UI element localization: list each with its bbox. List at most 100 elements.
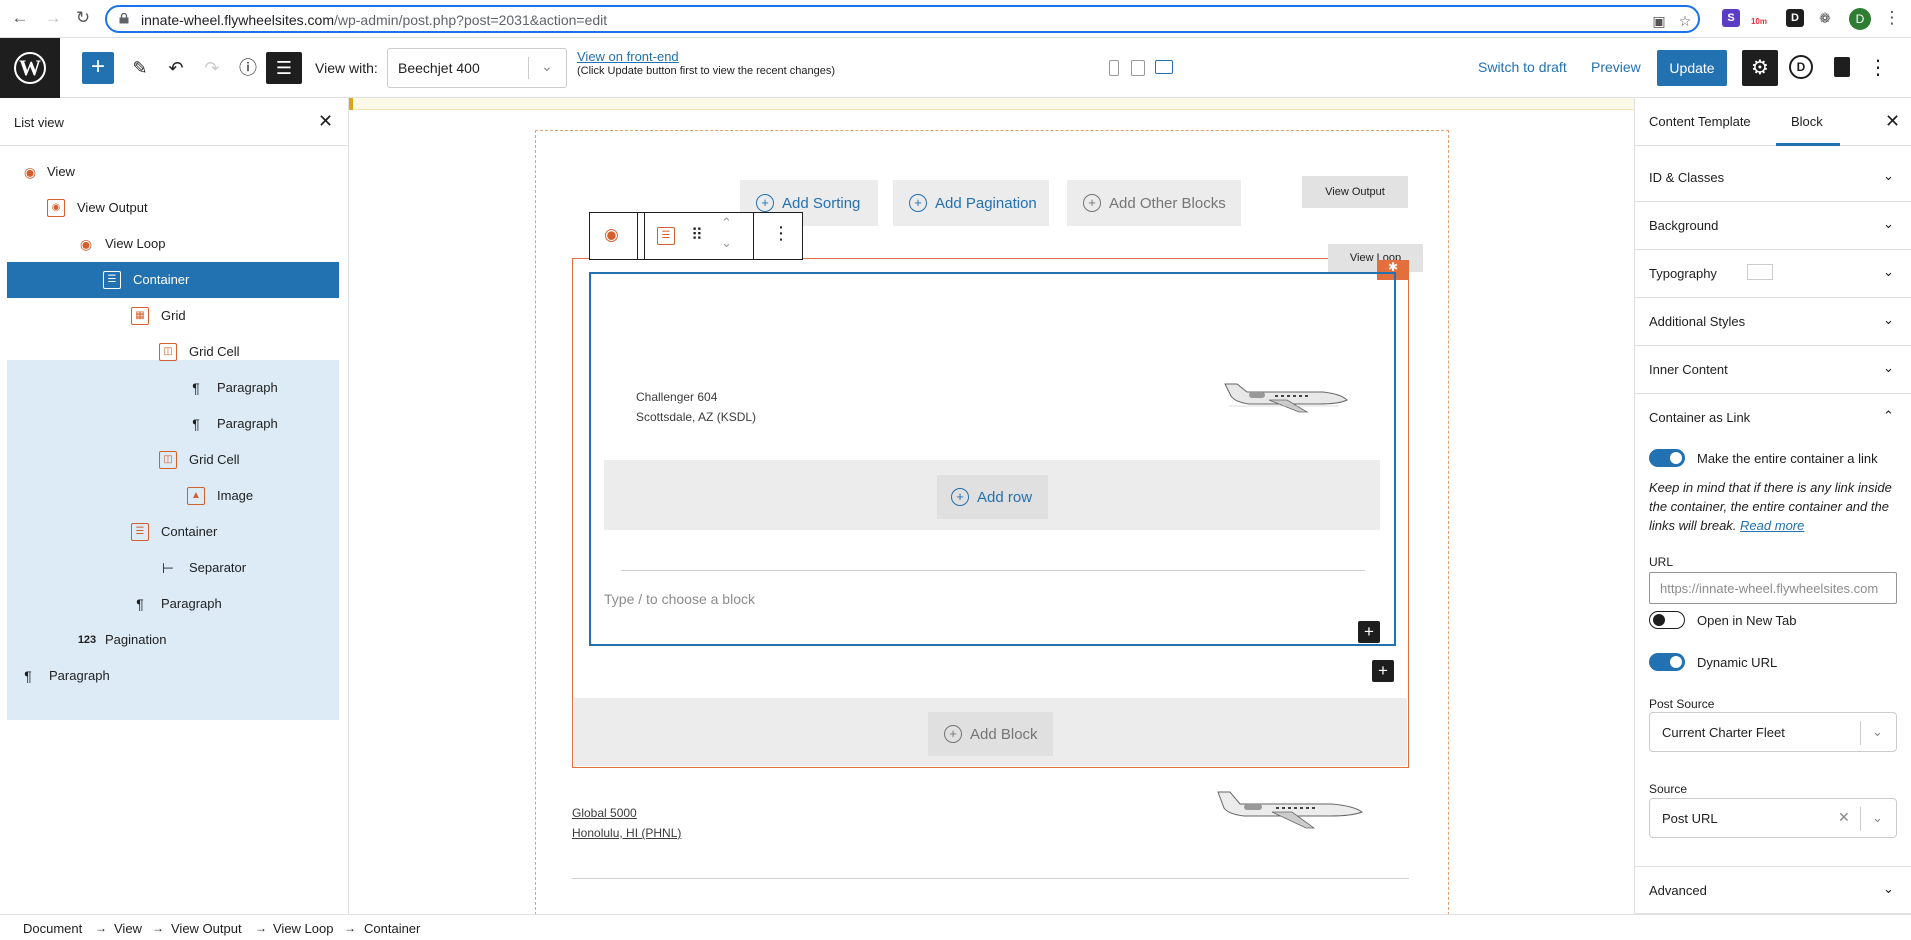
bookmark-star-icon[interactable]: ☆ (1677, 13, 1693, 29)
tab-content-template[interactable]: Content Template (1649, 114, 1751, 129)
breadcrumb-item[interactable]: Document (23, 921, 82, 936)
panel-inner-content[interactable]: Inner Content ⌄ (1635, 346, 1911, 394)
extension-s-icon[interactable]: S (1722, 9, 1740, 27)
add-block-label: Add Block (970, 726, 1038, 743)
move-up-icon[interactable]: ⌃ (721, 215, 732, 231)
url-input[interactable]: https://innate-wheel.flywheelsites.com (1649, 572, 1897, 604)
close-icon[interactable]: ✕ (318, 111, 333, 132)
view-on-frontend-link[interactable]: View on front-end (577, 49, 679, 64)
selected-container-block[interactable] (589, 272, 1396, 646)
add-row-button[interactable]: + Add row (937, 475, 1048, 519)
view-with-select[interactable]: Beechjet 400 ⌄ (387, 48, 567, 88)
list-item-grid-cell[interactable]: ◫ Grid Cell (7, 334, 339, 370)
panel-id-classes[interactable]: ID & Classes ⌄ (1635, 154, 1911, 202)
open-new-tab-toggle[interactable] (1649, 611, 1685, 629)
breadcrumb-item[interactable]: Container (364, 921, 420, 936)
list-item-label: Paragraph (217, 380, 278, 395)
list-item-grid-cell[interactable]: ◫ Grid Cell (7, 442, 339, 478)
extension-timer-icon[interactable]: 10m (1750, 9, 1768, 27)
list-item-view-output[interactable]: ◉ View Output (7, 190, 339, 226)
inserter-plus-icon[interactable]: + (1372, 660, 1394, 682)
extensions-puzzle-icon[interactable]: ❁ (1816, 9, 1834, 27)
chevron-down-icon: ⌄ (1883, 360, 1894, 375)
panel-advanced[interactable]: Advanced ⌄ (1635, 866, 1911, 914)
select-divider (1860, 807, 1861, 831)
list-item-paragraph[interactable]: ¶ Paragraph (7, 370, 339, 406)
block-options-button[interactable]: ⋮ (754, 213, 802, 259)
list-item-image[interactable]: ▲ Image (7, 478, 339, 514)
list-item-paragraph[interactable]: ¶ Paragraph (7, 658, 339, 694)
chevron-down-icon: ⌄ (541, 58, 553, 74)
list-item-label: Grid Cell (189, 452, 240, 467)
breadcrumb-item[interactable]: View Loop (273, 921, 333, 936)
wordpress-logo[interactable]: W (0, 38, 60, 98)
add-pagination-button[interactable]: + Add Pagination (893, 180, 1049, 226)
inner-inserter-plus-icon[interactable]: + (1358, 621, 1380, 643)
card-location-link[interactable]: Honolulu, HI (PHNL) (572, 826, 681, 840)
mobile-preview-icon[interactable] (1109, 60, 1119, 76)
read-more-link[interactable]: Read more (1740, 518, 1804, 533)
list-item-paragraph[interactable]: ¶ Paragraph (7, 406, 339, 442)
clear-icon[interactable]: ✕ (1838, 809, 1850, 826)
list-item-view[interactable]: ◉ View (7, 154, 339, 190)
plus-circle-icon: + (1083, 194, 1101, 212)
list-item-separator[interactable]: ⊢ Separator (7, 550, 339, 586)
list-item-grid[interactable]: ▦ Grid (7, 298, 339, 334)
reload-icon[interactable]: ↻ (72, 7, 94, 29)
panel-container-as-link[interactable]: Container as Link ⌃ (1635, 394, 1911, 442)
update-button[interactable]: Update (1657, 50, 1727, 86)
list-item-pagination[interactable]: 123 Pagination (7, 622, 339, 658)
toolset-block-icon[interactable] (1834, 57, 1850, 77)
block-placeholder[interactable]: Type / to choose a block (604, 591, 755, 607)
list-item-view-loop[interactable]: ◉ View Loop (7, 226, 339, 262)
list-item-label: Grid Cell (189, 344, 240, 359)
desktop-preview-icon[interactable] (1155, 60, 1173, 74)
preview-button[interactable]: Preview (1591, 59, 1641, 75)
breadcrumb-item[interactable]: View Output (171, 921, 242, 936)
sidebar-tabs: Content Template Block ✕ (1635, 98, 1911, 146)
close-icon[interactable]: ✕ (1885, 111, 1900, 132)
breadcrumb-item[interactable]: View (114, 921, 142, 936)
make-link-toggle[interactable] (1649, 449, 1685, 467)
tablet-preview-icon[interactable] (1131, 60, 1145, 76)
list-item-paragraph[interactable]: ¶ Paragraph (7, 586, 339, 622)
list-item-container[interactable]: ☰ Container (7, 262, 339, 298)
panel-additional-styles[interactable]: Additional Styles ⌄ (1635, 298, 1911, 346)
options-more-icon[interactable]: ⋮ (1868, 52, 1888, 84)
redo-icon[interactable]: ↷ (196, 52, 228, 84)
card-title-link[interactable]: Global 5000 (572, 806, 637, 820)
post-source-select[interactable]: Current Charter Fleet ⌄ (1649, 712, 1897, 752)
drag-handle-icon[interactable]: ⠿ (691, 225, 703, 245)
undo-icon[interactable]: ↶ (160, 52, 192, 84)
block-type-container[interactable]: ☰ ⠿ ⌃ ⌄ (644, 213, 754, 259)
qr-code-icon[interactable]: ▣ (1651, 13, 1667, 29)
add-other-blocks-button[interactable]: + Add Other Blocks (1067, 180, 1241, 226)
settings-gear-icon[interactable]: ⚙ (1742, 50, 1778, 86)
plus-circle-icon: + (909, 194, 927, 212)
info-icon[interactable]: ⓘ (232, 52, 264, 84)
dynamic-url-toggle[interactable] (1649, 653, 1685, 671)
url-label: URL (1649, 555, 1674, 569)
panel-typography[interactable]: Typography ⌄ (1635, 250, 1911, 298)
list-item-container[interactable]: ☰ Container (7, 514, 339, 550)
view-loop-parent-button[interactable]: ◉ (590, 213, 638, 259)
plugin-d-icon[interactable]: D (1789, 55, 1813, 79)
extension-d-icon[interactable]: D (1786, 9, 1804, 27)
browser-menu-icon[interactable]: ⋮ (1881, 7, 1903, 29)
move-down-icon[interactable]: ⌄ (721, 235, 732, 251)
edit-tools-icon[interactable]: ✎ (124, 52, 156, 84)
block-inserter-button[interactable]: + (82, 52, 114, 84)
list-view-toggle-icon[interactable]: ☰ (266, 52, 302, 84)
tab-block[interactable]: Block (1791, 114, 1823, 129)
source-select[interactable]: Post URL ✕ ⌄ (1649, 798, 1897, 838)
back-icon[interactable]: ← (9, 7, 31, 29)
view-with-value: Beechjet 400 (398, 60, 480, 76)
address-bar[interactable]: innate-wheel.flywheelsites.com/wp-admin/… (105, 5, 1700, 33)
add-block-button[interactable]: + Add Block (928, 712, 1053, 756)
view-output-tag[interactable]: View Output (1302, 176, 1408, 208)
chevron-down-icon: ⌄ (1883, 881, 1894, 896)
forward-icon[interactable]: → (42, 7, 64, 29)
profile-avatar[interactable]: D (1849, 8, 1871, 30)
switch-to-draft-button[interactable]: Switch to draft (1478, 59, 1567, 75)
panel-background[interactable]: Background ⌄ (1635, 202, 1911, 250)
